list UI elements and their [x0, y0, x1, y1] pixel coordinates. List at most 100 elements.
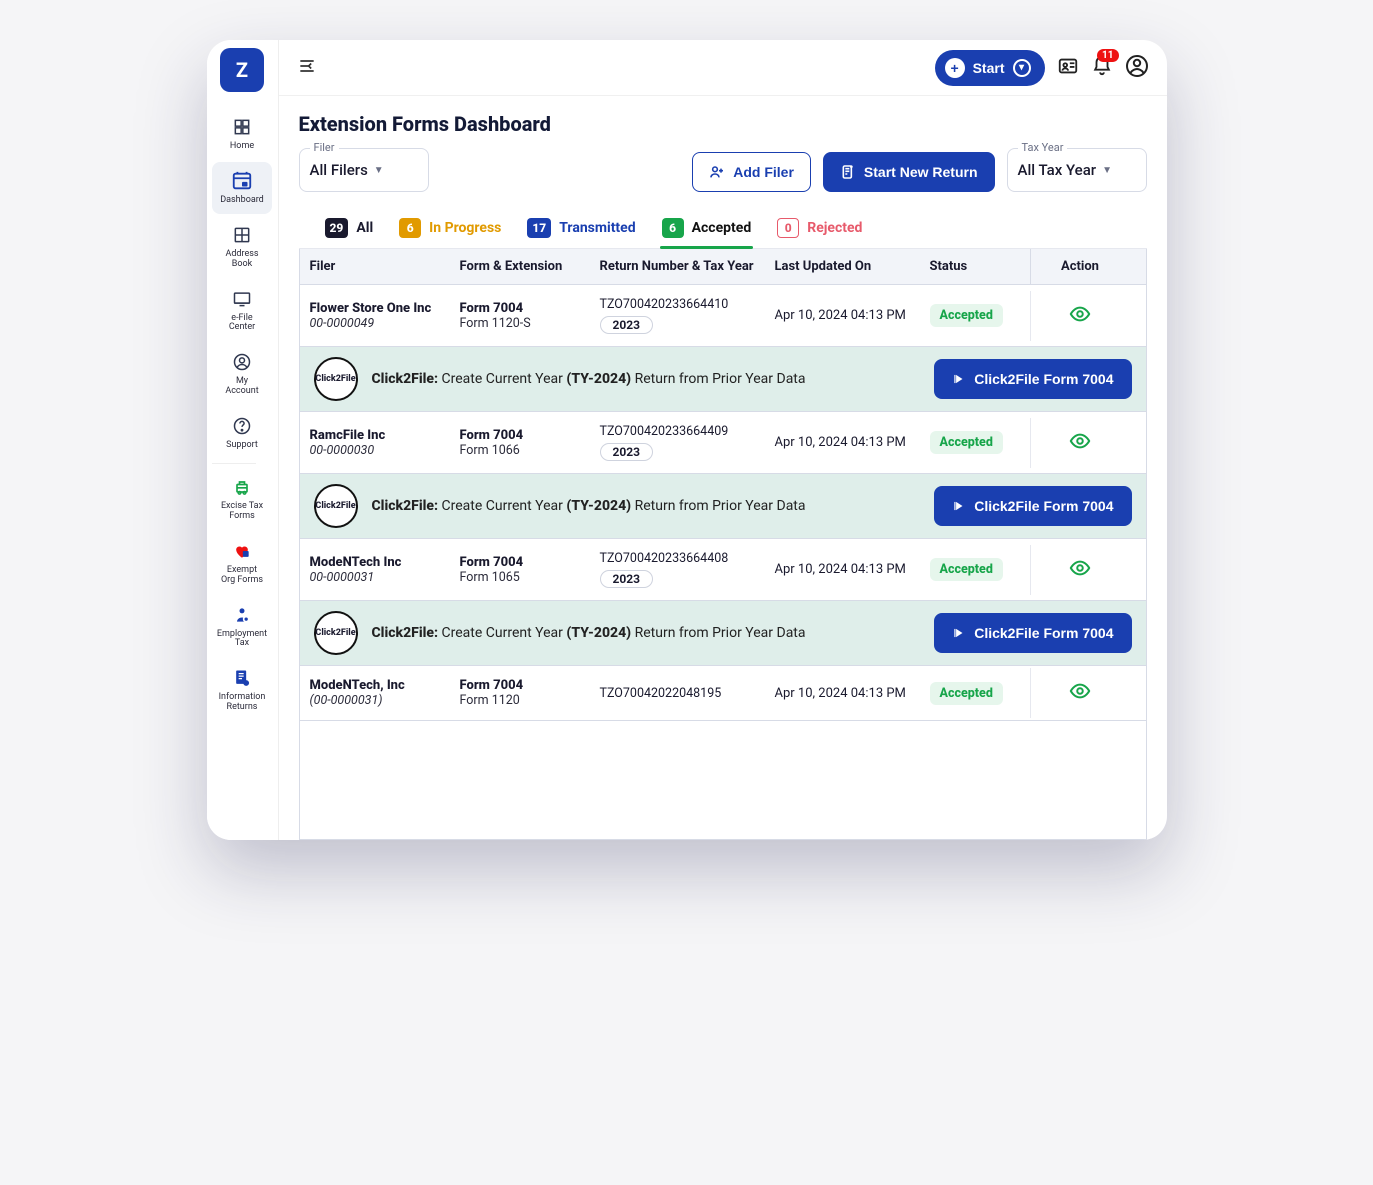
extension-name: Form 1120: [460, 693, 580, 708]
filer-name: Flower Store One Inc: [310, 301, 440, 316]
tab-in-progress[interactable]: 6In Progress: [397, 210, 503, 248]
sidebar-item-dashboard[interactable]: Dashboard: [212, 162, 272, 214]
tax-year-value: All Tax Year: [1018, 161, 1097, 179]
sidebar-item-label: Excise Tax Forms: [221, 502, 263, 522]
sidebar-item-label: My Account: [225, 377, 258, 397]
table-row: ModeNTech Inc00-0000031 Form 7004Form 106…: [300, 539, 1146, 666]
filer-name: ModeNTech, Inc: [310, 678, 440, 693]
sidebar-item-label: Employment Tax: [217, 630, 267, 650]
filer-filter[interactable]: Filer All Filers▼: [299, 148, 429, 192]
sidebar-item-home[interactable]: Home: [212, 108, 272, 160]
add-filer-button[interactable]: Add Filer: [692, 152, 811, 192]
tab-accepted[interactable]: 6Accepted: [660, 210, 754, 248]
table-header: Filer Form & Extension Return Number & T…: [300, 249, 1146, 285]
excise-tax-forms-icon: [231, 476, 253, 498]
dashboard-icon: [231, 170, 253, 192]
sidebar-item-address-book[interactable]: Address Book: [212, 216, 272, 278]
click2file-badge-icon: Click2File: [314, 611, 358, 655]
form-name: Form 7004: [460, 555, 580, 570]
filer-ein: 00-0000030: [310, 443, 440, 458]
tab-count: 6: [662, 218, 684, 238]
click2file-text: Click2File: Create Current Year (TY-2024…: [372, 371, 921, 387]
table-row: Flower Store One Inc00-0000049Form 7004F…: [300, 285, 1146, 412]
efile-center-icon: [231, 288, 253, 310]
click2file-banner: Click2File Click2File: Create Current Yea…: [300, 346, 1146, 411]
sidebar-item-exempt-org-forms[interactable]: Exempt Org Forms: [212, 532, 272, 594]
tab-label: In Progress: [429, 220, 501, 236]
sidebar-item-employment-tax[interactable]: Employment Tax: [212, 596, 272, 658]
col-action: Action: [1030, 249, 1130, 284]
form-name: Form 7004: [460, 678, 580, 693]
sidebar-toggle-icon[interactable]: [297, 56, 317, 80]
extension-name: Form 1065: [460, 570, 580, 585]
return-number: TZO700420233664410: [600, 297, 755, 312]
topbar: + Start ▾ 11: [279, 40, 1167, 96]
status-tabs: 29All6In Progress17Transmitted6Accepted0…: [299, 210, 1147, 249]
home-icon: [231, 116, 253, 138]
form-name: Form 7004: [460, 301, 580, 316]
click2file-button[interactable]: Click2File Form 7004: [934, 486, 1131, 526]
notifications-icon[interactable]: 11: [1091, 55, 1113, 81]
click2file-button-label: Click2File Form 7004: [974, 625, 1113, 641]
plus-icon: +: [945, 58, 965, 78]
tab-all[interactable]: 29 All: [323, 210, 376, 248]
return-number: TZO70042022048195: [600, 686, 755, 701]
add-filer-label: Add Filer: [733, 164, 794, 180]
tab-transmitted[interactable]: 17Transmitted: [525, 210, 637, 248]
sidebar-item-label: Dashboard: [220, 196, 264, 206]
extension-name: Form 1066: [460, 443, 580, 458]
tax-year-filter[interactable]: Tax Year All Tax Year▼: [1007, 148, 1147, 192]
sidebar-item-my-account[interactable]: My Account: [212, 343, 272, 405]
click2file-button[interactable]: Click2File Form 7004: [934, 359, 1131, 399]
return-number: TZO700420233664408: [600, 551, 755, 566]
content: Extension Forms Dashboard Filer All File…: [279, 96, 1167, 840]
tab-label: All: [356, 220, 373, 236]
tab-count: 17: [527, 218, 551, 238]
sidebar-item-support[interactable]: Support: [212, 407, 272, 459]
employment-tax-icon: [231, 604, 253, 626]
view-icon[interactable]: [1069, 441, 1091, 456]
start-new-return-button[interactable]: Start New Return: [823, 152, 995, 192]
filer-ein: 00-0000031: [310, 570, 440, 585]
col-return: Return Number & Tax Year: [590, 249, 765, 284]
tab-rejected[interactable]: 0Rejected: [775, 210, 864, 248]
filer-name: ModeNTech Inc: [310, 555, 440, 570]
page-title: Extension Forms Dashboard: [299, 112, 1147, 136]
sidebar-item-label: e-File Center: [229, 314, 255, 334]
view-icon[interactable]: [1069, 568, 1091, 583]
return-number: TZO700420233664409: [600, 424, 755, 439]
sidebar-item-excise-tax-forms[interactable]: Excise Tax Forms: [212, 468, 272, 530]
click2file-banner: Click2FileClick2File: Create Current Yea…: [300, 600, 1146, 665]
id-card-icon[interactable]: [1057, 55, 1079, 81]
last-updated: Apr 10, 2024 04:13 PM: [765, 296, 920, 335]
brand-glyph: Z: [236, 58, 248, 82]
address-book-icon: [231, 224, 253, 246]
extension-name: Form 1120-S: [460, 316, 580, 331]
sidebar-item-label: Information Returns: [219, 693, 266, 713]
tax-year-pill: 2023: [600, 316, 654, 334]
start-new-return-label: Start New Return: [864, 164, 978, 180]
support-icon: [231, 415, 253, 437]
start-button[interactable]: + Start ▾: [935, 50, 1045, 86]
view-icon[interactable]: [1069, 314, 1091, 329]
sidebar: Z Home Dashboard Address Book e-File Center…: [207, 40, 279, 840]
sidebar-item-label: Exempt Org Forms: [221, 566, 263, 586]
account-avatar-icon[interactable]: [1125, 54, 1149, 82]
click2file-button[interactable]: Click2File Form 7004: [934, 613, 1131, 653]
view-icon[interactable]: [1069, 691, 1091, 706]
click2file-badge-icon: Click2File: [314, 484, 358, 528]
filer-legend: Filer: [310, 141, 339, 154]
sidebar-item-information-returns[interactable]: Information Returns: [212, 659, 272, 721]
status-badge: Accepted: [930, 431, 1003, 454]
click2file-badge-icon: Click2File: [314, 357, 358, 401]
information-returns-icon: [231, 667, 253, 689]
col-form: Form & Extension: [450, 249, 590, 284]
last-updated: Apr 10, 2024 04:13 PM: [765, 550, 920, 589]
tab-count: 29: [325, 218, 349, 238]
sidebar-item-efile-center[interactable]: e-File Center: [212, 280, 272, 342]
table-row: RamcFile Inc00-0000030Form 7004Form 1066…: [300, 412, 1146, 539]
brand-logo[interactable]: Z: [220, 48, 264, 92]
tax-year-pill: 2023: [600, 443, 654, 461]
my-account-icon: [231, 351, 253, 373]
app-shell: Z Home Dashboard Address Book e-File Center…: [207, 40, 1167, 840]
